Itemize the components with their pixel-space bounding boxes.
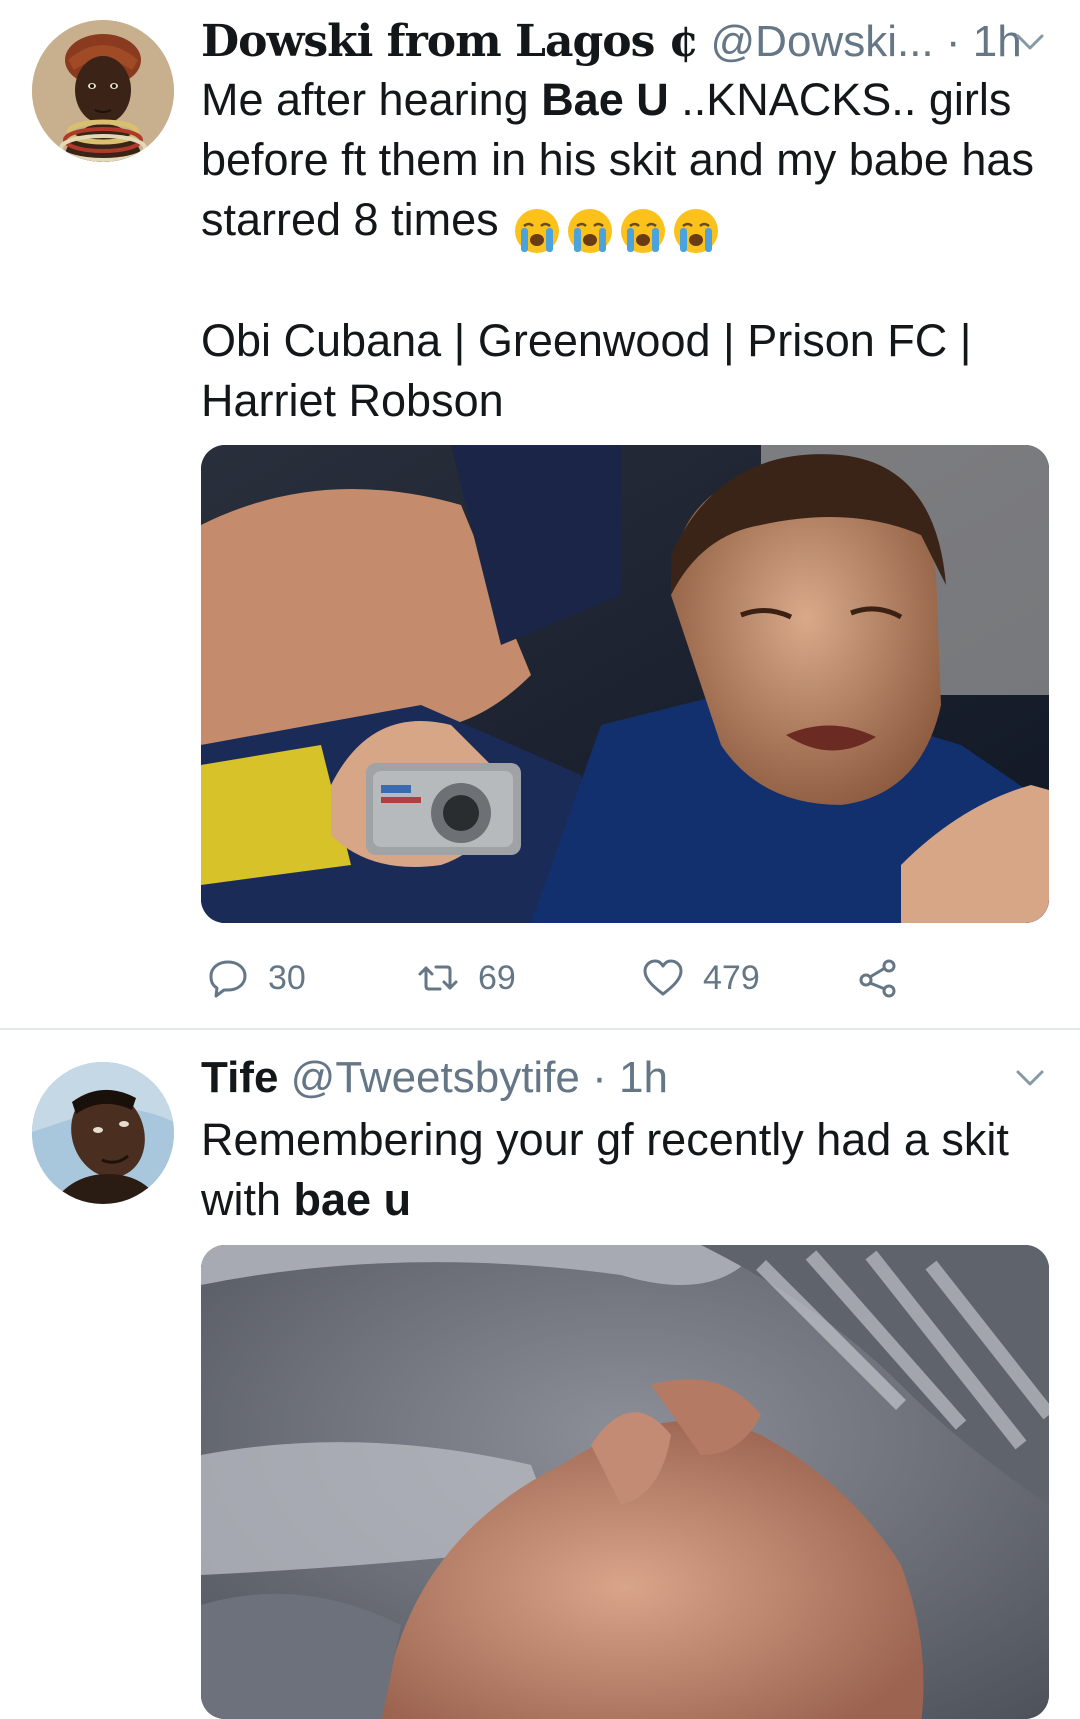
crying-face-icon bbox=[564, 204, 616, 256]
text-bold-segment: Bae U bbox=[541, 74, 669, 125]
avatar[interactable] bbox=[32, 20, 174, 162]
share-button[interactable] bbox=[856, 955, 918, 1001]
tweet-text-line: before ft them in his skit and my babe h… bbox=[201, 134, 1034, 185]
tweet-header: Dowski from Lagos ¢ @Dowski... · 1h bbox=[201, 16, 1050, 68]
tweet-actions: 30 69 479 bbox=[201, 955, 1021, 1001]
display-name[interactable]: Dowski from Lagos ¢ bbox=[201, 16, 699, 67]
retweet-icon bbox=[416, 956, 460, 1000]
chevron-down-icon[interactable] bbox=[1010, 1062, 1050, 1094]
retweet-button[interactable]: 69 bbox=[416, 955, 516, 1001]
heart-icon bbox=[641, 956, 685, 1000]
text-segment: ..KNACKS.. girls bbox=[668, 74, 1012, 125]
display-name[interactable]: Tife bbox=[201, 1053, 278, 1102]
separator: · bbox=[592, 1053, 607, 1102]
tweet-text-line: Harriet Robson bbox=[201, 375, 504, 426]
tweet-media-image[interactable] bbox=[201, 445, 1049, 923]
crying-face-icon bbox=[670, 204, 722, 256]
reply-icon bbox=[206, 956, 250, 1000]
tweet-text-line: starred 8 times bbox=[201, 190, 1051, 254]
share-icon bbox=[856, 956, 900, 1000]
crying-face-icon bbox=[511, 204, 563, 256]
tweet-media-image[interactable] bbox=[201, 1245, 1049, 1719]
reply-count: 30 bbox=[268, 958, 306, 997]
tweet-text-line: Obi Cubana | Greenwood | Prison FC | bbox=[201, 315, 972, 366]
tweet[interactable]: Dowski from Lagos ¢ @Dowski... · 1h Me a… bbox=[0, 0, 1080, 1028]
tweet-text-line: Me after hearing Bae U ..KNACKS.. girls bbox=[201, 70, 1051, 130]
text-bold-segment: bae u bbox=[293, 1174, 412, 1225]
tweet-text-line: Remembering your gf recently had a skit bbox=[201, 1114, 1009, 1165]
timestamp[interactable]: 1h bbox=[619, 1053, 668, 1102]
like-button[interactable]: 479 bbox=[641, 955, 760, 1001]
reply-button[interactable]: 30 bbox=[206, 955, 306, 1001]
text-segment: with bbox=[201, 1174, 294, 1225]
crying-face-icon bbox=[617, 204, 669, 256]
handle[interactable]: @Tweetsbytife bbox=[291, 1053, 580, 1102]
separator: · bbox=[945, 17, 961, 66]
emoji-row bbox=[511, 197, 723, 254]
tweet-header: Tife @Tweetsbytife · 1h bbox=[201, 1052, 1050, 1104]
avatar[interactable] bbox=[32, 1062, 174, 1204]
tweet-text-line: with bae u bbox=[201, 1170, 1051, 1230]
text-segment: starred 8 times bbox=[201, 194, 512, 245]
like-count: 479 bbox=[703, 958, 760, 997]
tweet[interactable]: Tife @Tweetsbytife · 1h Remembering your… bbox=[0, 1030, 1080, 1719]
handle[interactable]: @Dowski... bbox=[711, 17, 934, 66]
retweet-count: 69 bbox=[478, 958, 516, 997]
text-segment: Me after hearing bbox=[201, 74, 542, 125]
chevron-down-icon[interactable] bbox=[1010, 26, 1050, 58]
